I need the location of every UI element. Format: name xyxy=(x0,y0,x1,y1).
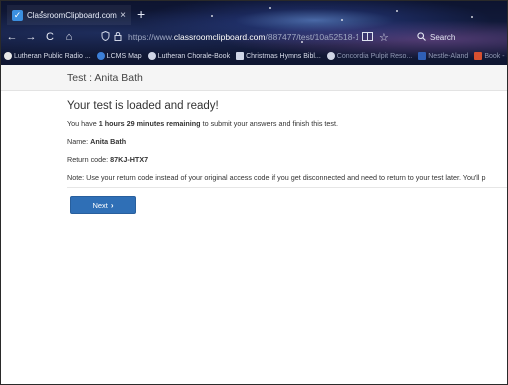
url-bar[interactable]: https://www.classroomclipboard.com/88747… xyxy=(97,29,407,45)
home-button[interactable]: ⌂ xyxy=(61,31,77,43)
background-star xyxy=(211,15,213,17)
bookmark-label: Lutheran Chorale-Book xyxy=(157,52,231,60)
classroomclipboard-favicon-icon: ✓ xyxy=(12,9,23,21)
back-button[interactable]: ← xyxy=(4,31,20,43)
url-text[interactable]: https://www.classroomclipboard.com/88747… xyxy=(128,32,358,42)
bookmark-label: Christmas Hymns Bibl... xyxy=(246,52,321,60)
bookmark-item[interactable]: Book - Sm Bl xyxy=(474,52,507,60)
next-button[interactable]: Next › xyxy=(70,196,136,214)
content-divider xyxy=(67,187,507,188)
globe-icon xyxy=(326,52,335,60)
background-star xyxy=(471,16,473,18)
reload-button[interactable]: C xyxy=(42,31,58,43)
next-button-label: Next xyxy=(92,200,108,210)
forward-button[interactable]: → xyxy=(23,31,39,43)
chevron-right-icon: › xyxy=(110,200,114,210)
bookmark-item[interactable]: Lutheran Chorale-Book xyxy=(147,52,231,60)
bookmark-star-icon[interactable]: ☆ xyxy=(379,31,389,44)
bookmark-label: Nestle-Aland xyxy=(428,52,469,60)
book-icon xyxy=(474,52,483,60)
return-code-note: Note: Use your return code instead of yo… xyxy=(67,173,486,182)
search-icon xyxy=(417,31,426,43)
background-star xyxy=(396,10,398,12)
tab-title: ClassroomClipboard.com xyxy=(27,10,117,20)
return-code-text: Return code: 87KJ-HTX7 xyxy=(67,155,149,164)
loaded-heading: Your test is loaded and ready! xyxy=(67,100,219,112)
navigation-bar: ← → C ⌂ https://www.classroomclipboard.c… xyxy=(1,27,507,47)
bookmarks-bar: Lutheran Public Radio ... LCMS Map Luthera… xyxy=(1,48,507,64)
radio-icon xyxy=(4,52,12,60)
return-code-value: 87KJ-HTX7 xyxy=(110,155,149,164)
bookmark-label: Concordia Pulpit Reso... xyxy=(336,52,413,60)
bookmark-label: Lutheran Public Radio ... xyxy=(14,52,91,60)
search-bar[interactable]: Search xyxy=(413,29,507,45)
reader-view-icon[interactable] xyxy=(362,31,373,43)
new-tab-button[interactable]: + xyxy=(137,6,145,22)
search-input[interactable]: Search xyxy=(430,33,455,42)
time-remaining-value: 1 hours 29 minutes remaining xyxy=(98,119,201,128)
browser-chrome: ✓ ClassroomClipboard.com × + ← → C ⌂ htt… xyxy=(1,1,507,65)
bookmark-item[interactable]: Christmas Hymns Bibl... xyxy=(236,52,321,60)
globe-icon xyxy=(96,52,105,60)
test-info: Your test is loaded and ready! You have … xyxy=(67,100,507,191)
lock-icon[interactable] xyxy=(114,31,124,43)
background-star xyxy=(341,19,343,21)
folder-icon xyxy=(236,52,245,60)
student-name-value: Anita Bath xyxy=(90,137,127,146)
page-title: Test : Anita Bath xyxy=(67,71,143,84)
bookmark-item[interactable]: Nestle-Aland xyxy=(418,52,468,60)
bookmark-label: Book - Sm Bl xyxy=(484,52,507,60)
background-star xyxy=(269,7,271,9)
test-header: Test : Anita Bath xyxy=(1,65,507,91)
browser-window: ✓ ClassroomClipboard.com × + ← → C ⌂ htt… xyxy=(0,0,508,385)
tracking-shield-icon[interactable] xyxy=(101,30,111,43)
bookmark-item[interactable]: Lutheran Public Radio ... xyxy=(4,52,91,60)
close-tab-icon[interactable]: × xyxy=(120,10,126,21)
globe-icon xyxy=(147,52,156,60)
page-content: Test : Anita Bath Your test is loaded an… xyxy=(1,65,507,384)
book-icon xyxy=(418,52,427,60)
time-remaining-text: You have 1 hours 29 minutes remaining to… xyxy=(67,119,339,128)
bookmark-label: LCMS Map xyxy=(106,52,142,60)
student-name-text: Name: Anita Bath xyxy=(67,137,127,146)
bookmark-item[interactable]: Concordia Pulpit Reso... xyxy=(326,52,413,60)
bookmark-item[interactable]: LCMS Map xyxy=(96,52,142,60)
browser-tab[interactable]: ✓ ClassroomClipboard.com × xyxy=(7,5,131,25)
